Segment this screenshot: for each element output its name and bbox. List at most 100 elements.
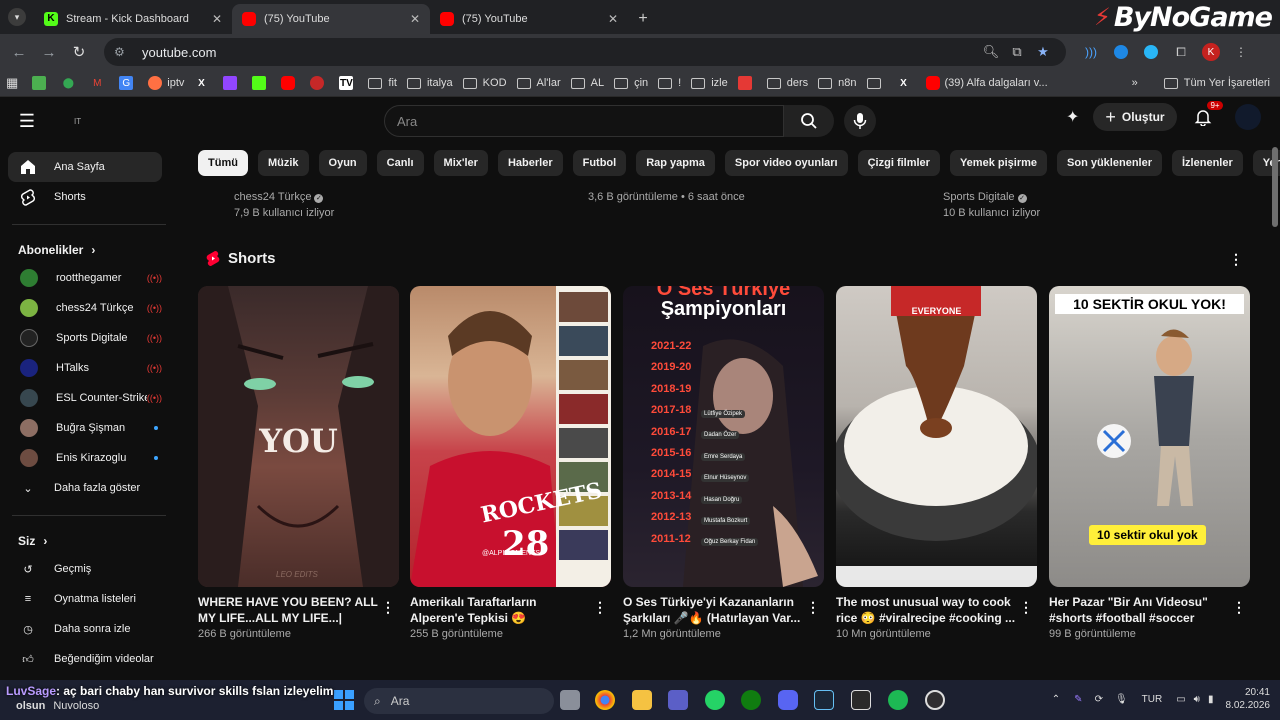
- chip-football[interactable]: Futbol: [572, 150, 627, 176]
- chip-gaming[interactable]: Oyun: [318, 150, 367, 176]
- taskbar-search[interactable]: ⌕ Ara: [364, 688, 554, 714]
- subscription-item[interactable]: rootthegamer ((•)): [8, 263, 162, 293]
- site-info-icon[interactable]: ⚙: [114, 45, 130, 59]
- short-card[interactable]: EVERYONE The most unusual way to cook ri…: [836, 286, 1037, 640]
- bookmark-youtube-icon[interactable]: [281, 76, 300, 90]
- tray-sync-icon[interactable]: ⟳: [1095, 694, 1103, 705]
- bookmark-folder-ders[interactable]: ders: [766, 77, 808, 89]
- short-card[interactable]: 10 SEKTİR OKUL YOK! 10 sektir okul yok H…: [1049, 286, 1250, 640]
- channel-name[interactable]: Sports Digitale: [943, 191, 1015, 203]
- chip-cooking[interactable]: Yemek pişirme: [949, 150, 1048, 176]
- browser-menu-icon[interactable]: ⋮: [1226, 38, 1256, 66]
- sidebar-item-watch-later[interactable]: ◷ Daha sonra izle: [8, 614, 162, 644]
- extension-play-icon[interactable]: [1136, 38, 1166, 66]
- apps-grid-icon[interactable]: ▦: [6, 75, 18, 91]
- close-tab-icon[interactable]: ✕: [410, 12, 420, 26]
- bookmark-folder-italya[interactable]: italya: [406, 77, 453, 89]
- app-purple-icon[interactable]: [668, 690, 688, 710]
- all-bookmarks[interactable]: Tüm Yer İşaretleri: [1184, 77, 1270, 89]
- notifications-button[interactable]: 9+: [1191, 101, 1223, 129]
- you-header[interactable]: Siz ›: [0, 528, 178, 554]
- forward-button[interactable]: →: [34, 37, 64, 67]
- page-scrollbar[interactable]: [1272, 147, 1278, 227]
- epic-games-icon[interactable]: [851, 690, 871, 710]
- premium-sparkle-icon[interactable]: ✦: [1066, 107, 1079, 127]
- discord-icon[interactable]: [778, 690, 798, 710]
- close-tab-icon[interactable]: ✕: [212, 12, 222, 26]
- bookmark-folder-izle[interactable]: izle: [691, 77, 728, 89]
- account-avatar[interactable]: [1234, 104, 1261, 130]
- subscription-item[interactable]: ESL Counter-Strike ((•)): [8, 383, 162, 413]
- reload-button[interactable]: ↻: [64, 37, 94, 67]
- back-button[interactable]: ←: [4, 37, 34, 67]
- bookmark-folder-allar[interactable]: Al'lar: [516, 77, 561, 89]
- cast-icon[interactable]: ⧉: [1004, 44, 1030, 60]
- short-title[interactable]: Her Pazar "Bir Anı Videosu" #shorts #foo…: [1049, 594, 1229, 626]
- short-thumbnail[interactable]: ROCKETS 28 @ALPIMOMENTS: [410, 286, 611, 587]
- profile-avatar[interactable]: K: [1196, 38, 1226, 66]
- subscription-item[interactable]: HTalks ((•)): [8, 353, 162, 383]
- short-card[interactable]: YOU LEO EDITS WHERE HAVE YOU BEEN? ALL M…: [198, 286, 399, 640]
- browser-tab-youtube-active[interactable]: (75) YouTube ✕: [232, 4, 430, 34]
- short-thumbnail[interactable]: EVERYONE: [836, 286, 1037, 587]
- bookmark-iptv[interactable]: iptv: [148, 76, 184, 90]
- short-thumbnail[interactable]: 10 SEKTİR OKUL YOK! 10 sektir okul yok: [1049, 286, 1250, 587]
- short-title[interactable]: Amerikalı Taraftarların Alperen'e Tepkis…: [410, 594, 590, 626]
- short-title[interactable]: The most unusual way to cook rice 😳 #vir…: [836, 594, 1016, 626]
- chip-live[interactable]: Canlı: [376, 150, 424, 176]
- sidebar-item-playlists[interactable]: ≡ Oynatma listeleri: [8, 584, 162, 614]
- bookmark-kick-icon[interactable]: [252, 76, 271, 90]
- chip-all[interactable]: Tümü: [198, 150, 248, 176]
- bookmark-translate-icon[interactable]: G: [119, 76, 138, 90]
- network-icon[interactable]: ▭: [1176, 694, 1185, 705]
- windows-start-icon[interactable]: [334, 690, 354, 710]
- short-title[interactable]: O Ses Türkiye'yi Kazananların Şarkıları …: [623, 594, 803, 626]
- bookmark-folder-empty[interactable]: [866, 77, 887, 89]
- weather-widget[interactable]: olsun Nuvoloso: [16, 700, 99, 712]
- sidebar-item-liked[interactable]: 👍︎ Beğendiğim videolar: [8, 644, 162, 674]
- subscription-item[interactable]: Buğra Şişman: [8, 413, 162, 443]
- bookmark-alfa[interactable]: (39) Alfa dalgaları v...: [925, 76, 1048, 90]
- browser-tab-kick[interactable]: K Stream - Kick Dashboard ✕: [34, 4, 232, 34]
- menu-icon[interactable]: ☰: [0, 111, 54, 132]
- bookmark-twitch-icon[interactable]: [223, 76, 242, 90]
- bookmark-pdf-icon[interactable]: [737, 76, 757, 90]
- bookmark-x-icon[interactable]: X: [194, 76, 213, 90]
- sidebar-item-home[interactable]: Ana Sayfa: [8, 152, 162, 182]
- chip-rap[interactable]: Rap yapma: [636, 150, 715, 176]
- tray-chevron-icon[interactable]: ⌃: [1052, 694, 1060, 705]
- bookmark-folder-al[interactable]: AL: [570, 77, 604, 89]
- short-thumbnail[interactable]: O Ses Türkiye Şampiyonları 2021-22 2019-…: [623, 286, 824, 587]
- short-more-icon[interactable]: ⋮: [1232, 600, 1246, 614]
- extension-wave-icon[interactable]: ))): [1076, 38, 1106, 66]
- xbox-icon[interactable]: [741, 690, 761, 710]
- steam-icon[interactable]: [814, 690, 834, 710]
- sidebar-item-history[interactable]: ↺ Geçmiş: [8, 554, 162, 584]
- short-more-icon[interactable]: ⋮: [806, 600, 820, 614]
- subscription-item[interactable]: chess24 Türkçe ((•)): [8, 293, 162, 323]
- bookmark-red-icon[interactable]: [310, 76, 329, 90]
- short-thumbnail[interactable]: YOU LEO EDITS: [198, 286, 399, 587]
- channel-name[interactable]: chess24 Türkçe: [234, 191, 311, 203]
- bookmark-folder-kod[interactable]: KOD: [462, 77, 507, 89]
- whatsapp-icon[interactable]: [705, 690, 725, 710]
- extensions-puzzle-icon[interactable]: ⧠: [1166, 38, 1196, 66]
- new-tab-button[interactable]: +: [628, 4, 658, 34]
- chip-watched[interactable]: İzlenenler: [1172, 150, 1243, 176]
- short-title[interactable]: WHERE HAVE YOU BEEN? ALL MY LIFE...ALL M…: [198, 594, 378, 626]
- chip-music[interactable]: Müzik: [257, 150, 309, 176]
- address-bar[interactable]: ⚙ youtube.com 🔍︎ ⧉ ★: [104, 38, 1066, 66]
- more-bookmarks-icon[interactable]: »: [1132, 77, 1138, 89]
- bookmark-folder-n8n[interactable]: n8n: [818, 77, 857, 89]
- spotify-icon[interactable]: [888, 690, 908, 710]
- subscription-item[interactable]: Enis Kirazoglu: [8, 443, 162, 473]
- battery-icon[interactable]: ▮: [1208, 694, 1214, 705]
- volume-icon[interactable]: 🔊︎: [1194, 694, 1200, 705]
- bookmark-folder-fit[interactable]: fit: [368, 77, 397, 89]
- taskbar-clock[interactable]: 20:41 8.02.2026: [1226, 686, 1271, 712]
- input-language[interactable]: TUR: [1142, 694, 1163, 705]
- file-explorer-icon[interactable]: [632, 690, 652, 710]
- chrome-icon[interactable]: [595, 690, 615, 710]
- bookmark-icon-1[interactable]: [32, 76, 51, 90]
- bookmark-tv-icon[interactable]: TV: [339, 76, 358, 90]
